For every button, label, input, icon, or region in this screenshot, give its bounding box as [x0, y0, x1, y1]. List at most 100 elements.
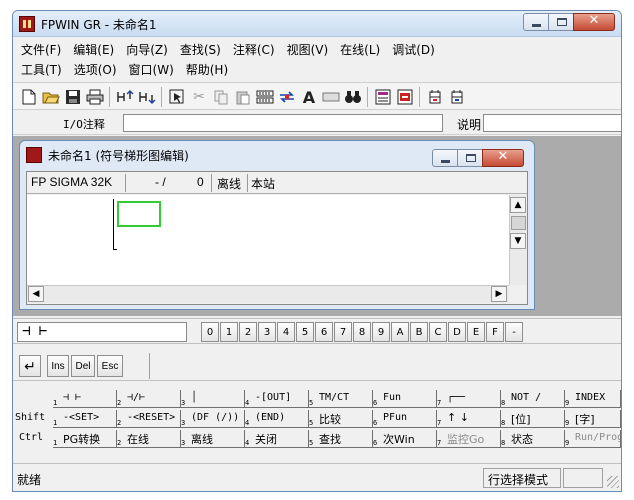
menu-online[interactable]: 在线(L)	[338, 39, 386, 59]
ctrl-f6[interactable]: 6 次Win	[373, 430, 437, 448]
transfer-icon[interactable]	[277, 87, 297, 107]
menu-tools[interactable]: 工具(T)	[19, 59, 68, 79]
edit-cursor[interactable]	[117, 201, 161, 227]
key-5[interactable]: 5	[296, 322, 314, 342]
key-a[interactable]: A	[391, 322, 409, 342]
menu-search[interactable]: 查找(S)	[178, 39, 227, 59]
ctrl-f5[interactable]: 5 查找	[309, 430, 373, 448]
fkey-f6[interactable]: 6 Fun	[373, 390, 437, 408]
key-4[interactable]: 4	[277, 322, 295, 342]
menu-comment[interactable]: 注释(C)	[231, 39, 281, 59]
ladder-down-icon[interactable]	[137, 87, 157, 107]
scroll-down-button[interactable]: ▼	[510, 233, 526, 249]
enter-button[interactable]: ↵	[19, 355, 41, 377]
shift-f6[interactable]: 6 PFun	[373, 410, 437, 428]
maximize-button[interactable]	[548, 13, 574, 31]
shift-f7[interactable]: 7 ↑ ↓	[437, 410, 501, 428]
key-1[interactable]: 1	[220, 322, 238, 342]
shift-f9[interactable]: 9 [字]	[565, 410, 621, 428]
ctrl-f7[interactable]: 7 监控Go	[437, 430, 501, 448]
ctrl-f9[interactable]: 9 Run/Prog	[565, 430, 621, 448]
switch-icon[interactable]	[255, 87, 275, 107]
menu-help[interactable]: 帮助(H)	[184, 59, 234, 79]
menu-wizard[interactable]: 向导(Z)	[124, 39, 174, 59]
menu-window[interactable]: 窗口(W)	[127, 59, 180, 79]
fkey-f5[interactable]: 5 TM/CT	[309, 390, 373, 408]
description-input[interactable]	[483, 114, 621, 132]
key-e[interactable]: E	[467, 322, 485, 342]
menu-options[interactable]: 选项(O)	[72, 59, 123, 79]
key-9[interactable]: 9	[372, 322, 390, 342]
menu-view[interactable]: 视图(V)	[285, 39, 335, 59]
key-c[interactable]: C	[429, 322, 447, 342]
resize-grip-icon[interactable]	[607, 476, 619, 488]
plc2-icon[interactable]	[447, 87, 467, 107]
close-button[interactable]: ✕	[573, 13, 615, 31]
key-0[interactable]: 0	[201, 322, 219, 342]
ins-button[interactable]: Ins	[47, 355, 69, 377]
ladder-up-icon[interactable]	[115, 87, 135, 107]
cursor-tool-icon[interactable]	[167, 87, 187, 107]
fkey-f4[interactable]: 4 -[OUT]	[245, 390, 309, 408]
scroll-left-button[interactable]: ◀	[28, 286, 44, 302]
horizontal-scrollbar[interactable]: ◀ ▶	[27, 285, 509, 303]
scroll-right-button[interactable]: ▶	[491, 286, 507, 302]
vertical-scrollbar[interactable]: ▲ ▼	[509, 195, 527, 285]
block-icon[interactable]	[321, 87, 341, 107]
fkey-f1[interactable]: 1 ⊣ ⊢	[53, 390, 117, 408]
text-a-icon[interactable]: A	[299, 87, 319, 107]
reg-icon[interactable]	[395, 87, 415, 107]
menu-debug[interactable]: 调试(D)	[390, 39, 441, 59]
child-maximize-button[interactable]	[457, 149, 483, 167]
new-file-icon[interactable]	[19, 87, 39, 107]
ctrl-f8[interactable]: 8 状态	[501, 430, 565, 448]
ctrl-f4[interactable]: 4 关闭	[245, 430, 309, 448]
save-icon[interactable]	[63, 87, 83, 107]
title-bar[interactable]: FPWIN GR - 未命名1 ✕	[13, 11, 621, 37]
fkey-f8[interactable]: 8 NOT /	[501, 390, 565, 408]
scroll-thumb[interactable]	[511, 216, 526, 230]
key-7[interactable]: 7	[334, 322, 352, 342]
shift-f5[interactable]: 5 比较	[309, 410, 373, 428]
ctrl-f1[interactable]: 1 PG转换	[53, 430, 117, 448]
shift-f8[interactable]: 8 [位]	[501, 410, 565, 428]
key-minus[interactable]: -	[505, 322, 523, 342]
esc-button[interactable]: Esc	[97, 355, 123, 377]
copy-icon[interactable]	[211, 87, 231, 107]
fkey-f2[interactable]: 2 ⊣/⊢	[117, 390, 181, 408]
open-folder-icon[interactable]	[41, 87, 61, 107]
binoculars-icon[interactable]	[343, 87, 363, 107]
fkey-f7[interactable]: 7 ┌──	[437, 390, 501, 408]
shift-f1[interactable]: 1 -<SET>	[53, 410, 117, 428]
io-comment-input[interactable]	[123, 114, 443, 132]
ctrl-f3[interactable]: 3 离线	[181, 430, 245, 448]
key-d[interactable]: D	[448, 322, 466, 342]
shift-f2[interactable]: 2 -<RESET>	[117, 410, 181, 428]
fkey-f3[interactable]: 3 │	[181, 390, 245, 408]
key-8[interactable]: 8	[353, 322, 371, 342]
child-window-icon[interactable]	[26, 147, 42, 163]
paste-icon[interactable]	[233, 87, 253, 107]
key-2[interactable]: 2	[239, 322, 257, 342]
key-6[interactable]: 6	[315, 322, 333, 342]
del-button[interactable]: Del	[71, 355, 95, 377]
ctrl-f2[interactable]: 2 在线	[117, 430, 181, 448]
key-3[interactable]: 3	[258, 322, 276, 342]
shift-f4[interactable]: 4 (END)	[245, 410, 309, 428]
print-icon[interactable]	[85, 87, 105, 107]
menu-edit[interactable]: 编辑(E)	[71, 39, 120, 59]
ladder-canvas[interactable]	[27, 195, 509, 285]
instruction-input[interactable]: ⊣ ⊢	[17, 322, 187, 342]
fkey-f9[interactable]: 9 INDEX	[565, 390, 621, 408]
scroll-up-button[interactable]: ▲	[510, 197, 526, 213]
minimize-button[interactable]	[523, 13, 549, 31]
shift-f3[interactable]: 3 (DF (/))	[181, 410, 245, 428]
menu-file[interactable]: 文件(F)	[19, 39, 67, 59]
cut-icon[interactable]: ✂	[189, 87, 209, 107]
child-close-button[interactable]: ✕	[482, 149, 524, 167]
plc-icon[interactable]	[425, 87, 445, 107]
key-b[interactable]: B	[410, 322, 428, 342]
fpwin-app-icon[interactable]	[19, 16, 35, 32]
key-f[interactable]: F	[486, 322, 504, 342]
child-minimize-button[interactable]	[432, 149, 458, 167]
